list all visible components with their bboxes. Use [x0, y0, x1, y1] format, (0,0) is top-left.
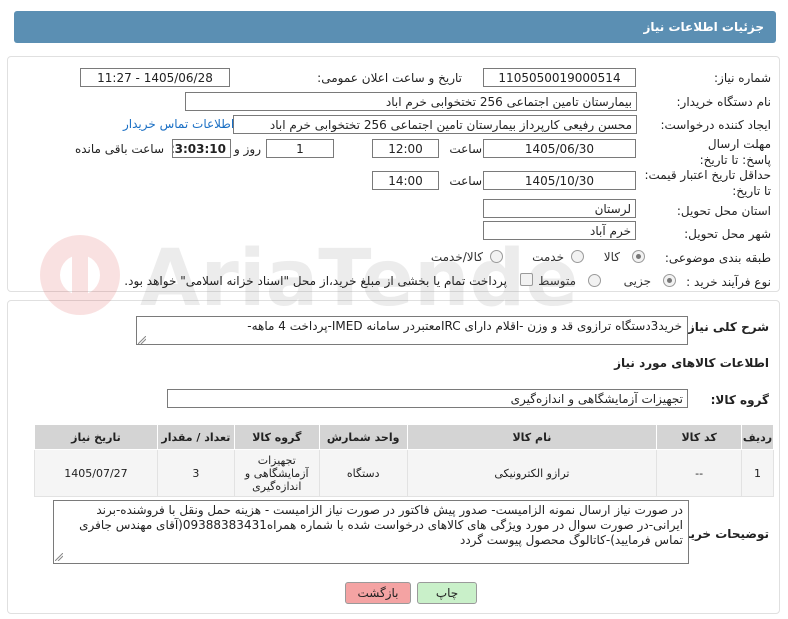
reply-time-field[interactable]: 12:00	[372, 139, 439, 158]
description-label: شرح کلی نیاز:	[683, 320, 769, 334]
buyer-org-label: نام دستگاه خریدار:	[676, 95, 772, 109]
treasury-payment-note: پرداخت تمام یا بخشی از مبلغ خرید،از محل …	[124, 274, 507, 288]
cell-name: ترازو الکترونیکی	[406, 449, 658, 497]
col-qty: تعداد / مقدار	[156, 424, 235, 450]
col-group: گروه کالا	[233, 424, 320, 450]
remaining-time-label: ساعت باقی مانده	[74, 142, 164, 156]
price-validity-label: حداقل تاریخ اعتبار قیمت: تا تاریخ:	[644, 168, 771, 198]
back-button[interactable]: بازگشت	[345, 582, 411, 604]
category-option-service: خدمت	[532, 250, 564, 264]
table-row[interactable]: 1 -- ترازو الکترونیکی دستگاه تجهیزات آزم…	[34, 449, 774, 497]
goods-section-title: اطلاعات کالاهای مورد نیاز	[614, 356, 769, 370]
category-option-goods: کالا	[603, 250, 620, 264]
city-label: شهر محل تحویل:	[684, 227, 771, 241]
cell-code: --	[656, 449, 743, 497]
price-validity-date-field[interactable]: 1405/10/30	[483, 171, 636, 190]
col-code: کد کالا	[656, 424, 743, 450]
panel-title: جزئیات اطلاعات نیاز	[14, 11, 776, 43]
goods-table-header: ردیف کد کالا نام کالا واحد شمارش گروه کا…	[34, 424, 774, 450]
buyer-org-field[interactable]: بیمارستان تامین اجتماعی 256 تختخوابی خرم…	[185, 92, 637, 111]
province-label: استان محل تحویل:	[676, 204, 771, 218]
reply-days-label: روز و	[234, 142, 261, 156]
buyer-contact-link[interactable]: اطلاعات تماس خریدار	[123, 117, 234, 131]
description-text: خرید3دستگاه ترازوی قد و وزن -اقلام دارای…	[247, 319, 682, 333]
description-field[interactable]: خرید3دستگاه ترازوی قد و وزن -اقلام دارای…	[136, 316, 688, 345]
need-number-field[interactable]: 1105050019000514	[483, 68, 636, 87]
requester-label: ایجاد کننده درخواست:	[660, 118, 771, 132]
city-field[interactable]: خرم آباد	[483, 221, 636, 240]
announce-datetime-label: تاریخ و ساعت اعلان عمومی:	[317, 71, 462, 85]
cell-row: 1	[741, 449, 774, 497]
category-radio-goods[interactable]	[632, 250, 645, 263]
goods-group-field[interactable]: تجهیزات آزمایشگاهی و اندازه‌گیری	[167, 389, 688, 408]
col-name: نام کالا	[406, 424, 658, 450]
resize-handle-icon[interactable]	[138, 336, 146, 344]
category-radio-goods-service[interactable]	[490, 250, 503, 263]
cell-qty: 3	[156, 449, 235, 497]
requester-field[interactable]: محسن رفیعی کارپرداز بیمارستان تامین اجتم…	[233, 115, 637, 134]
goods-table: ردیف کد کالا نام کالا واحد شمارش گروه کا…	[34, 424, 774, 497]
cell-group: تجهیزات آزمایشگاهی و اندازه‌گیری	[233, 449, 320, 497]
province-field[interactable]: لرستان	[483, 199, 636, 218]
cell-unit: دستگاه	[318, 449, 408, 497]
price-validity-time-label: ساعت	[449, 174, 482, 188]
col-unit: واحد شمارش	[318, 424, 408, 450]
print-button[interactable]: چاپ	[417, 582, 477, 604]
col-date: تاریخ نیاز	[34, 424, 158, 450]
buyer-notes-text: در صورت نیاز ارسال نمونه الزامیست- صدور …	[79, 503, 683, 547]
process-option-medium: متوسط	[538, 274, 576, 288]
reply-deadline-label: مهلت ارسال پاسخ: تا تاریخ:	[699, 137, 771, 167]
treasury-payment-checkbox[interactable]	[520, 273, 533, 286]
cell-date: 1405/07/27	[34, 449, 158, 497]
resize-handle-icon[interactable]	[55, 553, 63, 561]
price-validity-time-field[interactable]: 14:00	[372, 171, 439, 190]
goods-group-label: گروه کالا:	[710, 393, 769, 407]
category-option-goods-service: کالا/خدمت	[430, 250, 483, 264]
process-radio-minor[interactable]	[663, 274, 676, 287]
reply-days-field[interactable]: 1	[266, 139, 334, 158]
category-radio-service[interactable]	[571, 250, 584, 263]
col-row: ردیف	[741, 424, 774, 450]
need-number-label: شماره نیاز:	[714, 71, 771, 85]
category-label: طبقه بندی موضوعی:	[664, 251, 771, 265]
reply-time-label: ساعت	[449, 142, 482, 156]
process-label: نوع فرآیند خرید :	[686, 275, 771, 289]
buyer-notes-field[interactable]: در صورت نیاز ارسال نمونه الزامیست- صدور …	[53, 500, 689, 564]
announce-datetime-field[interactable]: 1405/06/28 - 11:27	[80, 68, 230, 87]
process-option-minor: جزیی	[623, 274, 651, 288]
remaining-time-field[interactable]: 23:03:10	[172, 139, 231, 158]
reply-date-field[interactable]: 1405/06/30	[483, 139, 636, 158]
process-radio-medium[interactable]	[588, 274, 601, 287]
